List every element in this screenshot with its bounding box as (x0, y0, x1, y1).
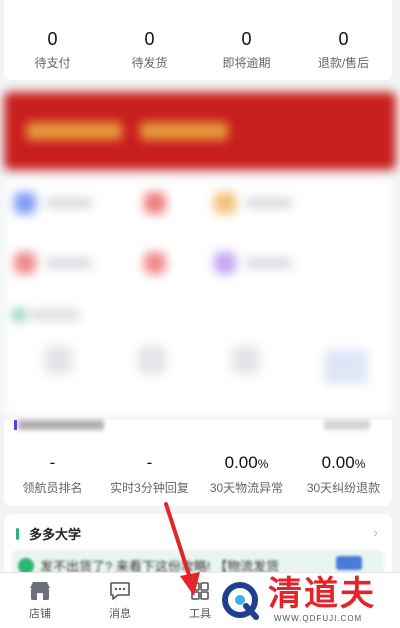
metric-dispute-refund[interactable]: 0.00% 30天纠纷退款 (295, 452, 392, 496)
stat-value: 0 (241, 29, 252, 49)
metrics-row: - 领航员排名 - 实时3分钟回复 0.00% 30天物流异常 0.00% 30… (4, 452, 392, 496)
feature-icon (14, 252, 36, 274)
metric-label: 30天物流异常 (209, 481, 284, 495)
feature-icon (144, 192, 166, 214)
panel-cell (324, 350, 368, 384)
stat-value: 0 (47, 29, 58, 49)
metric-label: 领航员排名 (22, 481, 83, 495)
watermark-url: WWW.QDFUJI.COM (274, 614, 363, 623)
feature-label (246, 258, 292, 268)
feature-icon (214, 192, 236, 214)
university-accent (16, 527, 19, 540)
chevron-right-icon[interactable]: › (373, 524, 378, 540)
metric-3min-reply[interactable]: - 实时3分钟回复 (101, 452, 198, 496)
metrics-more-link[interactable] (324, 420, 370, 430)
stat-refund-aftersale[interactable]: 0 退款/售后 (295, 28, 392, 71)
banner-pill (26, 122, 122, 140)
metrics-title (18, 420, 104, 430)
stat-value: 0 (338, 29, 349, 49)
panel-icon (12, 308, 26, 322)
stat-pending-payment[interactable]: 0 待支付 (4, 28, 101, 71)
university-header: 多多大学 (16, 524, 81, 543)
feature-label (246, 198, 292, 208)
blurred-panel (4, 296, 392, 416)
stat-soon-overdue[interactable]: 0 即将逾期 (198, 28, 295, 71)
feature-label (46, 198, 92, 208)
metric-navigator-rank[interactable]: - 领航员排名 (4, 452, 101, 496)
stat-label: 退款/售后 (317, 56, 370, 70)
metric-value: - (49, 453, 56, 472)
metric-logistics-exception[interactable]: 0.00% 30天物流异常 (198, 452, 295, 496)
feature-icon (144, 252, 166, 274)
metric-value: - (146, 453, 153, 472)
university-title: 多多大学 (29, 527, 82, 542)
banner-pill (140, 122, 228, 140)
feature-icon (14, 192, 36, 214)
metric-value: 0.00% (321, 453, 366, 472)
article-tag (336, 556, 362, 570)
tab-shop[interactable]: 店铺 (0, 573, 80, 628)
order-stats-row: 0 待支付 0 待发货 0 即将逾期 0 退款/售后 (4, 28, 392, 71)
stat-value: 0 (144, 29, 155, 49)
stat-label: 待支付 (34, 56, 71, 70)
stat-pending-shipment[interactable]: 0 待发货 (101, 28, 198, 71)
tab-messages[interactable]: 消息 (80, 573, 160, 628)
stat-label: 即将逾期 (222, 56, 271, 70)
watermark-logo-icon (222, 582, 259, 620)
order-stats-card: 0 待支付 0 待发货 0 即将逾期 0 退款/售后 (4, 0, 392, 80)
watermark: 清道夫 WWW.QDFUJI.COM (210, 572, 400, 628)
tab-label: 消息 (109, 608, 131, 620)
watermark-name: 清道夫 (268, 574, 376, 614)
stat-label: 待发货 (131, 56, 168, 70)
metrics-card: - 领航员排名 - 实时3分钟回复 0.00% 30天物流异常 0.00% 30… (4, 420, 392, 506)
metric-value: 0.00% (224, 453, 269, 472)
promo-banner[interactable] (4, 92, 396, 170)
feature-icon (214, 252, 236, 274)
tab-label: 店铺 (29, 608, 51, 620)
feature-label (46, 258, 92, 268)
pointer-arrow-icon (164, 502, 200, 596)
metric-label: 30天纠纷退款 (306, 481, 381, 495)
panel-cell (138, 346, 166, 374)
metric-label: 实时3分钟回复 (110, 481, 189, 495)
panel-title (30, 310, 80, 320)
metrics-accent (14, 420, 17, 430)
blurred-content (0, 86, 400, 426)
shop-icon (30, 582, 50, 600)
panel-cell (232, 346, 260, 374)
panel-cell (44, 346, 72, 374)
message-icon (110, 582, 130, 600)
